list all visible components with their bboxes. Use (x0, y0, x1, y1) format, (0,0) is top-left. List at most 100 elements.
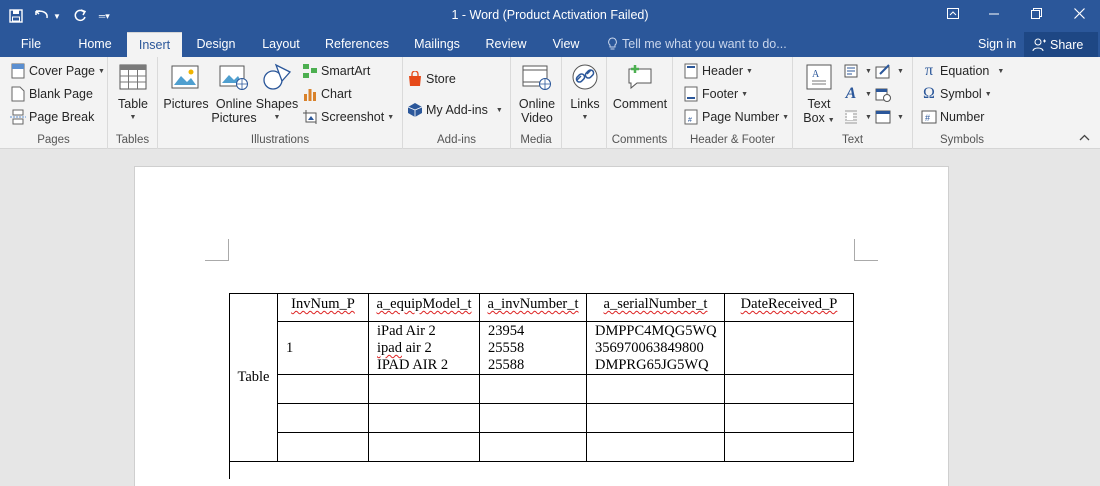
table-cell[interactable] (479, 432, 587, 462)
chart-button[interactable]: Chart (302, 84, 352, 104)
minimize-icon[interactable] (979, 0, 1008, 26)
my-addins-icon (407, 102, 423, 118)
table-cell[interactable]: 23954 25558 25588 (479, 321, 587, 375)
header-icon (683, 63, 699, 79)
tab-file[interactable]: File (8, 32, 54, 57)
page-break-label: Page Break (29, 110, 95, 124)
table-side-label-cell[interactable]: Table (229, 293, 278, 462)
table-header-cell[interactable]: a_equipModel_t (368, 293, 480, 322)
row1-model-2: ipad air 2 (377, 340, 432, 356)
chevron-down-icon: ▼ (98, 67, 105, 75)
online-pictures-button[interactable]: Online Pictures (211, 61, 257, 125)
comment-button[interactable]: Comment (611, 61, 669, 111)
undo-icon[interactable]: ▼ (32, 4, 64, 28)
svg-text:#: # (925, 113, 930, 123)
table-header-cell[interactable]: InvNum_P (277, 293, 369, 322)
table-header-cell[interactable]: a_invNumber_t (479, 293, 587, 322)
table-cell[interactable]: iPad Air 2 ipad air 2 IPAD AIR 2 (368, 321, 480, 375)
store-button[interactable]: Store (407, 69, 456, 89)
table-cell[interactable] (724, 321, 854, 375)
document-area[interactable]: Table InvNum_P a_equipModel_t a_invNumbe… (0, 150, 1100, 486)
quick-parts-button[interactable]: ▼ (843, 61, 872, 81)
table-cell[interactable] (586, 403, 725, 433)
table-cell[interactable] (277, 374, 369, 404)
redo-icon[interactable] (70, 4, 90, 28)
table-cell[interactable] (368, 432, 480, 462)
table-cell[interactable] (277, 432, 369, 462)
table-header-cell[interactable]: a_serialNumber_t (586, 293, 725, 322)
links-button[interactable]: Links ▼ (566, 61, 604, 125)
document-table[interactable]: Table InvNum_P a_equipModel_t a_invNumbe… (229, 293, 854, 462)
cover-page-button[interactable]: Cover Page ▼ (10, 61, 105, 81)
link-icon (569, 61, 601, 93)
tab-home[interactable]: Home (70, 32, 120, 57)
table-cell[interactable] (479, 374, 587, 404)
table-header-cell[interactable]: DateReceived_P (724, 293, 854, 322)
online-video-label-2: Video (521, 111, 553, 125)
table-cell[interactable] (277, 403, 369, 433)
table-cell[interactable]: 1 (277, 321, 369, 375)
table-cell[interactable] (368, 403, 480, 433)
row1-invnumber-3: 25588 (488, 357, 525, 373)
tab-view[interactable]: View (545, 32, 587, 57)
undo-dropdown-icon[interactable]: ▼ (53, 12, 61, 21)
online-video-button[interactable]: Online Video (516, 61, 558, 125)
signature-line-icon (875, 63, 891, 79)
tab-design[interactable]: Design (190, 32, 242, 57)
table-cell[interactable] (586, 374, 725, 404)
group-symbols: π Equation ▼ Ω Symbol ▼ # Number Symbols (913, 57, 1011, 149)
shapes-button[interactable]: Shapes ▼ (256, 61, 298, 125)
tab-layout[interactable]: Layout (254, 32, 308, 57)
share-button[interactable]: Share (1024, 32, 1098, 57)
document-page[interactable]: Table InvNum_P a_equipModel_t a_invNumbe… (134, 166, 949, 486)
page-number-button[interactable]: # Page Number ▼ (683, 107, 789, 127)
sign-in-link[interactable]: Sign in (978, 32, 1016, 56)
tab-mailings[interactable]: Mailings (408, 32, 466, 57)
equation-button[interactable]: π Equation ▼ (921, 61, 1004, 81)
number-button[interactable]: # Number (921, 107, 984, 127)
close-icon[interactable] (1065, 0, 1094, 26)
save-icon[interactable] (6, 4, 26, 28)
header-button[interactable]: Header ▼ (683, 61, 753, 81)
restore-icon[interactable] (1022, 0, 1051, 26)
customize-toolbar-icon[interactable]: ═▾ (96, 4, 113, 28)
table-cell[interactable]: DMPPC4MQG5WQ 356970063849800 DMPRG65JG5W… (586, 321, 725, 375)
table-cell[interactable] (479, 403, 587, 433)
table-button[interactable]: Table ▼ (116, 61, 150, 125)
table-cell[interactable] (724, 403, 854, 433)
drop-cap-button[interactable]: ▼ (843, 107, 872, 127)
pictures-button[interactable]: Pictures (163, 61, 209, 111)
symbol-button[interactable]: Ω Symbol ▼ (921, 84, 992, 104)
page-break-button[interactable]: Page Break (10, 107, 94, 127)
text-box-button[interactable]: A Text Box ▼ (799, 61, 839, 128)
collapse-ribbon-icon[interactable] (1079, 132, 1090, 144)
date-time-button[interactable] (875, 84, 894, 104)
group-header-footer: Header ▼ Footer ▼ # Page Number ▼ Header & … (673, 57, 793, 149)
signature-line-button[interactable]: ▼ (875, 61, 904, 81)
table-cell[interactable] (368, 374, 480, 404)
table-cell[interactable] (724, 432, 854, 462)
header-serialnumber: a_serialNumber_t (603, 296, 708, 312)
footer-button[interactable]: Footer ▼ (683, 84, 748, 104)
group-label-header-footer: Header & Footer (689, 134, 775, 146)
object-button[interactable]: ▼ (875, 107, 904, 127)
table-icon (117, 61, 149, 93)
comment-label: Comment (612, 97, 668, 111)
calendar-icon (875, 86, 891, 102)
object-icon (875, 109, 891, 125)
my-addins-button[interactable]: My Add-ins ▼ (407, 100, 503, 120)
table-cell[interactable] (586, 432, 725, 462)
tab-insert[interactable]: Insert (127, 32, 182, 57)
omega-icon: Ω (923, 85, 935, 102)
tab-review[interactable]: Review (480, 32, 532, 57)
tab-references[interactable]: References (322, 32, 392, 57)
blank-page-button[interactable]: Blank Page (10, 84, 93, 104)
smartart-button[interactable]: SmartArt (302, 61, 370, 81)
screenshot-button[interactable]: Screenshot ▼ (302, 107, 394, 127)
wordart-button[interactable]: A ▼ (843, 84, 872, 104)
ribbon-display-options-icon[interactable] (938, 0, 967, 26)
row1-model-2-line: ipad air 2 (377, 340, 479, 357)
table-cell[interactable] (724, 374, 854, 404)
page-number-icon: # (683, 109, 699, 125)
tell-me-search[interactable]: Tell me what you want to do... (607, 32, 787, 57)
